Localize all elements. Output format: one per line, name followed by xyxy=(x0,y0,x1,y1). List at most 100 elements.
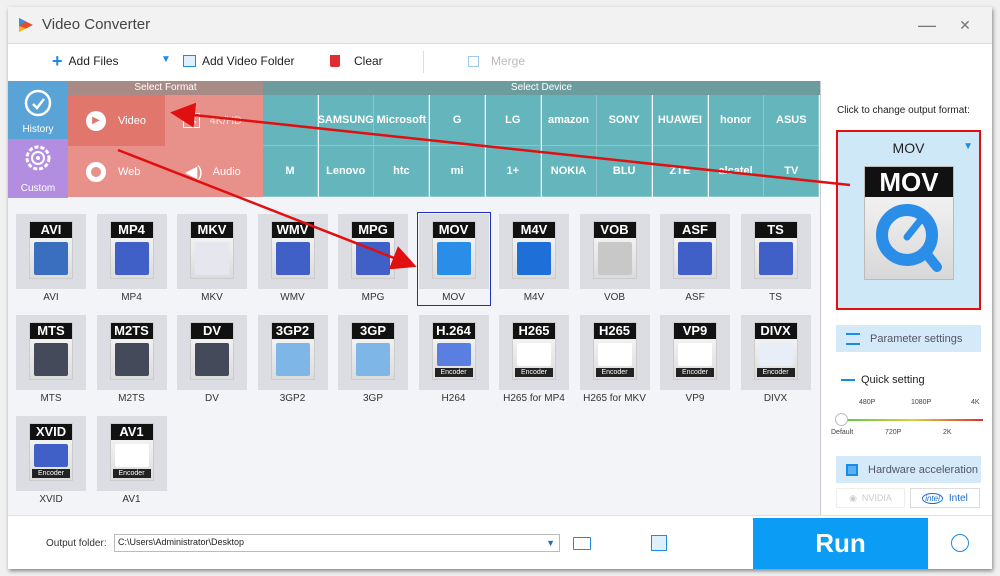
nvidia-button[interactable]: ◉ NVIDIA xyxy=(836,488,905,508)
parameter-settings-button[interactable]: Parameter settings xyxy=(836,325,981,352)
device-tile[interactable]: TV xyxy=(764,146,820,197)
format-icon: VP9 Encoder xyxy=(673,322,717,380)
format-category-4k-hd[interactable]: 4k 4K/HD xyxy=(165,95,263,146)
format-item[interactable]: DV DV xyxy=(177,315,247,405)
format-item[interactable]: M4V M4V xyxy=(499,214,569,304)
device-tile[interactable]: BLU xyxy=(597,146,653,197)
format-icon: AVI xyxy=(29,221,73,279)
history-icon xyxy=(24,89,52,117)
bottom-bar: Output folder: C:\Users\Administrator\De… xyxy=(8,515,992,569)
device-tile[interactable]: htc xyxy=(374,146,430,197)
format-item[interactable]: 3GP 3GP xyxy=(338,315,408,405)
format-item-label: H265 for MKV xyxy=(583,393,646,404)
select-format-header: Select Format xyxy=(68,81,263,95)
format-category-web[interactable]: Web xyxy=(68,146,165,197)
format-item[interactable]: H.264 Encoder H264 xyxy=(418,315,489,405)
clear-button[interactable]: Clear xyxy=(330,54,383,68)
quality-slider[interactable]: 480P 1080P 4K Default 720P 2K xyxy=(821,399,993,444)
dropdown-arrow-icon[interactable]: ▼ xyxy=(546,538,555,548)
device-tile[interactable]: ZTE xyxy=(652,146,708,197)
format-item[interactable]: MOV MOV xyxy=(416,212,491,306)
speaker-icon: ◀) xyxy=(185,163,203,181)
quality-slider-handle[interactable] xyxy=(835,413,848,426)
select-device-header: Select Device xyxy=(263,81,820,95)
device-tile[interactable]: SAMSUNG xyxy=(318,95,374,146)
format-icon: XVID Encoder xyxy=(29,423,73,481)
format-item[interactable]: H265 Encoder H265 for MP4 xyxy=(499,315,569,405)
device-tile[interactable]: alcatel xyxy=(708,146,764,197)
format-icon: 3GP xyxy=(351,322,395,380)
video-output-icon[interactable] xyxy=(651,535,667,551)
format-item[interactable]: H265 Encoder H265 for MKV xyxy=(579,315,650,405)
format-item-label: AV1 xyxy=(122,494,141,505)
open-folder-icon[interactable] xyxy=(573,537,591,550)
format-item[interactable]: 3GP2 3GP2 xyxy=(257,315,328,405)
intel-button[interactable]: intel Intel xyxy=(910,488,980,508)
format-icon: DIVX Encoder xyxy=(753,322,798,380)
add-files-button[interactable]: + Add Files xyxy=(52,52,119,70)
device-tile[interactable] xyxy=(263,95,318,146)
format-item-label: AVI xyxy=(43,292,59,303)
format-category-audio[interactable]: ◀) Audio xyxy=(165,146,263,197)
device-tile[interactable]: G xyxy=(430,95,486,146)
trash-icon xyxy=(330,55,340,67)
format-item[interactable]: MTS MTS xyxy=(16,315,86,405)
device-tile[interactable]: honor xyxy=(708,95,764,146)
format-item[interactable]: VP9 Encoder VP9 xyxy=(660,315,730,405)
format-item[interactable]: TS TS xyxy=(740,214,811,304)
format-item[interactable]: XVID Encoder XVID xyxy=(16,416,86,506)
minimize-button[interactable]: — xyxy=(912,13,942,37)
device-tile[interactable]: M xyxy=(263,146,318,197)
toolbar-divider xyxy=(423,51,424,73)
format-item[interactable]: ASF ASF xyxy=(660,214,730,304)
format-item-label: MP4 xyxy=(121,292,142,303)
format-item-label: 3GP2 xyxy=(279,393,306,404)
format-item[interactable]: WMV WMV xyxy=(257,214,328,304)
chrome-icon xyxy=(86,161,106,182)
hardware-acceleration-button[interactable]: Hardware acceleration xyxy=(836,456,981,483)
device-tile[interactable]: Microsoft xyxy=(374,95,430,146)
merge-button[interactable]: Merge xyxy=(468,54,525,68)
4k-icon: 4k xyxy=(183,113,200,128)
add-video-folder-button[interactable]: Add Video Folder xyxy=(183,54,295,68)
format-item[interactable]: DIVX Encoder DIVX xyxy=(740,315,811,405)
format-item-label: DIVX xyxy=(763,393,788,404)
app-window: Video Converter — ✕ + Add Files ▼ Add Vi… xyxy=(8,7,992,569)
close-button[interactable]: ✕ xyxy=(950,13,980,37)
format-item[interactable]: AV1 Encoder AV1 xyxy=(96,416,167,506)
format-item[interactable]: MKV MKV xyxy=(177,214,247,304)
device-tile[interactable]: LG xyxy=(485,95,541,146)
add-files-dropdown[interactable]: ▼ xyxy=(161,54,171,65)
intel-icon: intel xyxy=(922,492,943,504)
device-tile[interactable]: mi xyxy=(430,146,486,197)
format-item[interactable]: MP4 MP4 xyxy=(96,214,167,304)
device-tile[interactable]: amazon xyxy=(541,95,597,146)
device-tile[interactable]: SONY xyxy=(597,95,653,146)
device-tile[interactable]: Lenovo xyxy=(318,146,374,197)
format-item[interactable]: M2TS M2TS xyxy=(96,315,167,405)
device-tile[interactable]: ASUS xyxy=(764,95,820,146)
output-format-selector[interactable]: MOV ▼ MOV xyxy=(836,130,981,310)
format-item-label: XVID xyxy=(39,494,63,505)
format-item-label: MPG xyxy=(361,292,385,303)
format-icon: MTS xyxy=(29,322,73,380)
format-item-label: H265 for MP4 xyxy=(503,393,565,404)
alarm-clock-icon[interactable] xyxy=(951,534,969,552)
format-item-label: MOV xyxy=(442,292,465,303)
format-category-video[interactable]: ▶ Video xyxy=(68,95,165,146)
format-item[interactable]: VOB VOB xyxy=(579,214,650,304)
main-area: History Custom Select Format ▶ Video 4k … xyxy=(8,81,820,515)
format-item[interactable]: MPG MPG xyxy=(338,214,408,304)
device-tile[interactable]: 1+ xyxy=(485,146,541,197)
quick-setting-label: Quick setting xyxy=(841,374,925,386)
device-tile[interactable]: NOKIA xyxy=(541,146,597,197)
format-icon: VOB xyxy=(592,221,637,279)
run-button[interactable]: Run xyxy=(753,518,928,569)
format-item[interactable]: AVI AVI xyxy=(16,214,86,304)
format-item-label: H264 xyxy=(441,393,466,404)
history-tile[interactable]: History xyxy=(8,81,68,139)
app-title: Video Converter xyxy=(42,16,151,33)
device-tile[interactable]: HUAWEI xyxy=(652,95,708,146)
output-folder-input[interactable]: C:\Users\Administrator\Desktop ▼ xyxy=(114,534,560,552)
custom-tile[interactable]: Custom xyxy=(8,139,68,198)
